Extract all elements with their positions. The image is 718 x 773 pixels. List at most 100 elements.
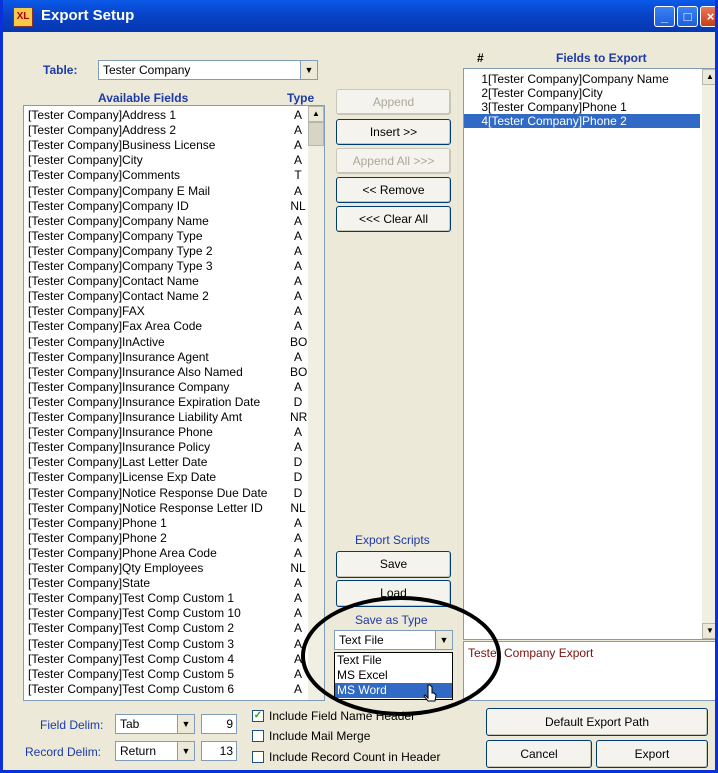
record-delim-combo[interactable]: Return ▼ (115, 741, 195, 761)
available-fields-scrollbar[interactable]: ▲ (308, 106, 324, 700)
list-item[interactable]: [Tester Company]Insurance Expiration Dat… (28, 395, 306, 409)
list-item[interactable]: [Tester Company]Phone 2 A (28, 531, 306, 545)
title-bar[interactable]: XL Export Setup _ □ × (3, 0, 715, 32)
field-delim-code[interactable]: 9 (201, 714, 237, 734)
export-name-box[interactable]: Tester Company Export (463, 641, 715, 701)
field-type: A (293, 123, 302, 138)
list-item[interactable]: [Tester Company]State A (28, 577, 306, 590)
fields-to-export-list[interactable]: 1[Tester Company]Company Name 2[Tester Co… (463, 68, 715, 640)
scroll-up-icon[interactable]: ▲ (702, 69, 715, 85)
list-item[interactable]: [Tester Company]Insurance Company A (28, 380, 306, 394)
field-name: [Tester Company]Phone 2 (488, 114, 627, 128)
list-item[interactable]: [Tester Company]License Exp Date D (28, 471, 306, 484)
export-button[interactable]: Export (596, 740, 708, 768)
list-item[interactable]: [Tester Company]Company Type 3 A (28, 260, 306, 273)
insert-button[interactable]: Insert >> (336, 119, 451, 145)
field-name: [Tester Company]Comments (28, 168, 181, 183)
table-row[interactable]: 4[Tester Company]Phone 2 (464, 114, 700, 128)
close-button[interactable]: × (700, 6, 715, 27)
list-item[interactable]: [Tester Company]Test Comp Custom 2 A (28, 622, 306, 635)
list-item[interactable]: [Tester Company]Fax Area Code A (28, 320, 306, 333)
append-all-button[interactable]: Append All >>> (336, 148, 451, 174)
scroll-thumb[interactable] (308, 122, 324, 146)
field-type: D (293, 470, 303, 485)
field-type: A (293, 681, 302, 696)
minimize-button[interactable]: _ (654, 6, 675, 27)
table-row[interactable]: 3[Tester Company]Phone 1 (464, 100, 700, 114)
list-item[interactable]: [Tester Company]Contact Name 2 A (28, 290, 306, 303)
list-item[interactable]: [Tester Company]Test Comp Custom 4 A (28, 651, 306, 666)
remove-button[interactable]: << Remove (336, 177, 451, 203)
include-mail-merge-checkbox[interactable] (252, 730, 264, 742)
list-item[interactable]: [Tester Company]Company Name A (28, 213, 306, 228)
list-item[interactable]: [Tester Company]Address 1 A (28, 109, 306, 122)
dropdown-option[interactable]: MS Excel (335, 668, 452, 683)
include-field-names-checkbox[interactable]: ✓ (252, 710, 264, 722)
scroll-down-icon[interactable]: ▼ (702, 623, 715, 639)
field-type: A (293, 545, 302, 560)
list-item[interactable]: [Tester Company]Insurance Also Named BO (28, 365, 307, 379)
list-item[interactable]: [Tester Company]FAX A (28, 305, 306, 318)
list-item[interactable]: [Tester Company]Business License A (28, 139, 306, 152)
list-item[interactable]: [Tester Company]Company Type A (28, 229, 306, 243)
list-item[interactable]: [Tester Company]Insurance Agent A (28, 350, 306, 364)
table-combo[interactable]: Tester Company ▼ (98, 60, 318, 80)
list-item[interactable]: [Tester Company]Test Comp Custom 5 A (28, 667, 306, 681)
chevron-down-icon[interactable]: ▼ (435, 631, 452, 649)
field-name: [Tester Company]Business License (28, 138, 216, 153)
list-item[interactable]: [Tester Company]Notice Response Due Date… (28, 486, 306, 500)
export-list-scrollbar[interactable]: ▲ ▼ (702, 69, 715, 639)
list-item[interactable]: [Tester Company]Insurance Liability Amt N… (28, 411, 307, 424)
available-fields-header: Available Fields (98, 91, 189, 105)
table-row[interactable]: 1[Tester Company]Company Name (464, 72, 700, 86)
include-field-names-label: Include Field Name Header (269, 709, 416, 723)
list-item[interactable]: [Tester Company]Comments T (28, 169, 306, 182)
list-item[interactable]: [Tester Company]Insurance Phone A (28, 426, 306, 439)
save-button[interactable]: Save (336, 551, 451, 578)
list-item[interactable]: [Tester Company]Phone 1 A (28, 516, 306, 530)
list-item[interactable]: [Tester Company]Test Comp Custom 10 A (28, 607, 306, 620)
record-delim-code[interactable]: 13 (201, 741, 237, 761)
list-item[interactable]: [Tester Company]Test Comp Custom 1 A (28, 592, 306, 605)
field-name: [Tester Company]Test Comp Custom 6 (28, 681, 235, 696)
field-type: A (293, 213, 302, 228)
include-record-count-checkbox[interactable] (252, 751, 264, 763)
dropdown-option[interactable]: Text File (335, 653, 452, 668)
list-item[interactable]: [Tester Company]Test Comp Custom 3 A (28, 637, 306, 651)
field-name: [Tester Company]Contact Name 2 (28, 289, 209, 304)
field-name: [Tester Company]Fax Area Code (28, 319, 203, 334)
list-item[interactable]: [Tester Company]Company E Mail A (28, 184, 306, 198)
append-button[interactable]: Append (336, 89, 451, 115)
list-item[interactable]: [Tester Company]Phone Area Code A (28, 545, 306, 560)
list-item[interactable]: [Tester Company]Address 2 A (28, 124, 306, 137)
field-name: [Tester Company]Notice Response Letter I… (28, 500, 263, 515)
chevron-down-icon[interactable]: ▼ (177, 715, 194, 733)
field-delim-combo[interactable]: Tab ▼ (115, 714, 195, 734)
mouse-cursor-icon (423, 684, 437, 702)
list-item[interactable]: [Tester Company]City A (28, 154, 306, 167)
available-fields-list[interactable]: [Tester Company]Address 1 A [Tester Compan… (23, 105, 325, 701)
save-as-type-combo[interactable]: Text File ▼ (334, 630, 453, 650)
list-item[interactable]: [Tester Company]Notice Response Letter I… (28, 500, 306, 515)
table-combo-value: Tester Company (103, 63, 191, 77)
list-item[interactable]: [Tester Company]Insurance Policy A (28, 441, 306, 454)
chevron-down-icon[interactable]: ▼ (300, 61, 317, 79)
list-item[interactable]: [Tester Company]Test Comp Custom 6 A (28, 681, 306, 696)
list-item[interactable]: [Tester Company]Last Letter Date D (28, 456, 306, 469)
scroll-up-icon[interactable]: ▲ (308, 106, 324, 122)
cancel-button[interactable]: Cancel (486, 740, 592, 768)
field-name: [Tester Company]Test Comp Custom 4 (28, 651, 235, 666)
list-item[interactable]: [Tester Company]InActive BO (28, 335, 307, 349)
load-button[interactable]: Load (336, 580, 451, 607)
list-item[interactable]: [Tester Company]Company ID NL (28, 199, 306, 213)
list-item[interactable]: [Tester Company]Qty Employees NL (28, 562, 306, 575)
table-row[interactable]: 2[Tester Company]City (464, 86, 700, 100)
clear-all-button[interactable]: <<< Clear All (336, 206, 451, 232)
field-name: [Tester Company]Last Letter Date (28, 455, 208, 470)
default-export-path-button[interactable]: Default Export Path (486, 708, 708, 736)
chevron-down-icon[interactable]: ▼ (177, 742, 194, 760)
window-title: Export Setup (41, 7, 135, 24)
list-item[interactable]: [Tester Company]Company Type 2 A (28, 244, 306, 258)
maximize-button[interactable]: □ (677, 6, 698, 27)
list-item[interactable]: [Tester Company]Contact Name A (28, 275, 306, 288)
